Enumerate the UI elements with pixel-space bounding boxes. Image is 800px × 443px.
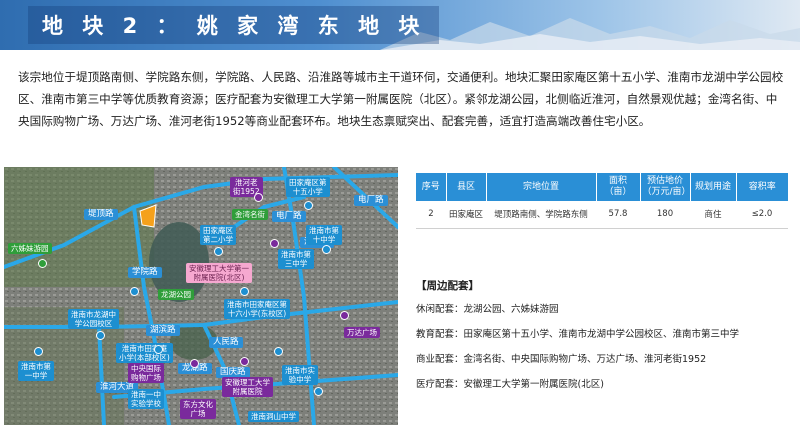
table-header: 预估地价（万元/亩） bbox=[640, 173, 691, 201]
poi-label: 田家庵区 第二小学 bbox=[200, 225, 236, 245]
poi-pin bbox=[270, 239, 279, 248]
poi-pin bbox=[34, 347, 43, 356]
road-label: 电厂路 bbox=[272, 211, 306, 222]
amenity-label: 医疗配套： bbox=[416, 379, 464, 390]
table-row: 2 田家庵区 堤顶路南侧、学院路东侧 57.8 180 商住 ≤2.0 bbox=[416, 201, 788, 229]
poi-label: 淮南市田家庵区第 十六小学(东校区) bbox=[224, 299, 290, 319]
amenity-label: 休闲配套： bbox=[416, 304, 464, 315]
poi-pin bbox=[130, 287, 139, 296]
poi-pin bbox=[314, 387, 323, 396]
poi-pin bbox=[254, 193, 263, 202]
table-cell: 商住 bbox=[690, 201, 736, 229]
road-label: 人民路 bbox=[209, 337, 243, 348]
amenity-label: 商业配套： bbox=[416, 354, 464, 365]
table-header: 序号 bbox=[416, 173, 447, 201]
poi-label: 龙湖公园 bbox=[158, 289, 194, 300]
poi-pin bbox=[190, 359, 199, 368]
poi-label: 淮南市龙湖中 学公园校区 bbox=[68, 309, 119, 329]
amenities-heading: 【周边配套】 bbox=[416, 280, 479, 292]
poi-pin bbox=[240, 287, 249, 296]
poi-label: 淮南市田家庵 小学(本部校区) bbox=[116, 343, 173, 363]
title-box: 地 块 2 ： 姚 家 湾 东 地 块 bbox=[28, 6, 440, 44]
poi-label: 东方文化 广场 bbox=[180, 399, 216, 419]
table-header-row: 序号 县区 宗地位置 面积（亩） 预估地价（万元/亩） 规划用途 容积率 bbox=[416, 173, 788, 201]
poi-label: 淮南洞山中学 bbox=[248, 411, 299, 422]
table-cell: 2 bbox=[416, 201, 446, 229]
table-header: 宗地位置 bbox=[486, 173, 597, 201]
table-cell: 180 bbox=[640, 201, 690, 229]
table-cell: ≤2.0 bbox=[736, 201, 788, 229]
road-label: 电厂路 bbox=[354, 195, 388, 206]
table-cell: 57.8 bbox=[596, 201, 640, 229]
page-title: 地 块 2 ： 姚 家 湾 东 地 块 bbox=[42, 14, 426, 38]
amenity-item: 医疗配套：安徽理工大学第一附属医院(北区) bbox=[416, 379, 796, 391]
poi-pin bbox=[38, 259, 47, 268]
poi-pin bbox=[96, 331, 105, 340]
poi-pin bbox=[274, 347, 283, 356]
amenity-value: 龙湖公园、六姊妹游园 bbox=[463, 304, 559, 315]
parcel-table: 序号 县区 宗地位置 面积（亩） 预估地价（万元/亩） 规划用途 容积率 2 田… bbox=[416, 173, 788, 229]
amenities-section: 【周边配套】 休闲配套：龙湖公园、六姊妹游园 教育配套：田家庵区第十五小学、淮南… bbox=[416, 278, 796, 404]
poi-pin bbox=[340, 311, 349, 320]
table-header: 规划用途 bbox=[690, 173, 737, 201]
poi-pin bbox=[322, 245, 331, 254]
amenity-item: 休闲配套：龙湖公园、六姊妹游园 bbox=[416, 304, 796, 316]
poi-pin bbox=[214, 247, 223, 256]
table-cell: 堤顶路南侧、学院路东侧 bbox=[486, 201, 596, 229]
location-map: 堤顶路 电厂路 电厂路 学院路 湖滨路 人民路 龙湖路 淮河大道 国庆路 淮舜路… bbox=[4, 167, 398, 425]
header-banner: 地 块 2 ： 姚 家 湾 东 地 块 bbox=[0, 0, 800, 50]
poi-label: 田家庵区第 十五小学 bbox=[286, 177, 330, 197]
poi-label: 淮南市第 三中学 bbox=[278, 249, 314, 269]
parcel-description: 该宗地位于堤顶路南侧、学院路东侧，学院路、人民路、沿淮路等城市主干道环伺，交通便… bbox=[18, 70, 784, 128]
poi-label: 安徽理工大学 附属医院 bbox=[222, 377, 273, 397]
poi-label: 金湾名街 bbox=[232, 209, 268, 220]
road-label: 堤顶路 bbox=[84, 209, 118, 220]
amenity-label: 教育配套： bbox=[416, 329, 464, 340]
poi-label: 淮南市实 验中学 bbox=[282, 365, 318, 385]
poi-label: 万达广场 bbox=[344, 327, 380, 338]
table-header: 县区 bbox=[446, 173, 487, 201]
table-cell: 田家庵区 bbox=[446, 201, 486, 229]
amenity-value: 金湾名街、中央国际购物广场、万达广场、淮河老街1952 bbox=[463, 354, 707, 365]
road-label: 湖滨路 bbox=[146, 325, 180, 336]
table-header: 面积（亩） bbox=[596, 173, 641, 201]
road-label: 学院路 bbox=[128, 267, 162, 278]
poi-pin bbox=[154, 345, 163, 354]
poi-pin bbox=[240, 357, 249, 366]
poi-label: 六姊妹游园 bbox=[8, 243, 52, 254]
mountain-decoration bbox=[380, 18, 800, 50]
map-base bbox=[4, 167, 398, 425]
amenity-value: 安徽理工大学第一附属医院(北区) bbox=[463, 379, 604, 390]
poi-label: 淮南市第 十中学 bbox=[306, 225, 342, 245]
amenity-item: 商业配套：金湾名街、中央国际购物广场、万达广场、淮河老街1952 bbox=[416, 354, 796, 366]
poi-label: 淮南市第 一中学 bbox=[18, 361, 54, 381]
amenity-value: 田家庵区第十五小学、淮南市龙湖中学公园校区、淮南市第三中学 bbox=[463, 329, 740, 340]
amenity-item: 教育配套：田家庵区第十五小学、淮南市龙湖中学公园校区、淮南市第三中学 bbox=[416, 329, 796, 341]
poi-label: 中央国际 购物广场 bbox=[128, 363, 164, 383]
poi-pin bbox=[304, 201, 313, 210]
poi-label: 安徽理工大学第一 附属医院(北区) bbox=[186, 263, 252, 283]
table-header: 容积率 bbox=[736, 173, 788, 201]
poi-label: 淮南一中 实验学校 bbox=[128, 389, 164, 409]
